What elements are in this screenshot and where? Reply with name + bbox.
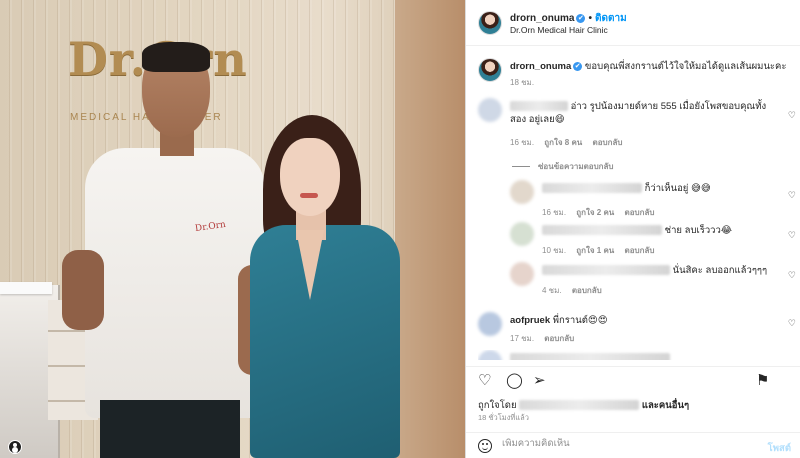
replier-avatar[interactable]	[510, 262, 534, 286]
action-bar: ♡ ◯ ➢ ⚑	[466, 366, 800, 392]
author-username[interactable]: drorn_onuma	[510, 13, 574, 24]
reply-text: นั่นสิคะ ลบออกแล้วๆๆๆ	[672, 265, 768, 276]
reply-button[interactable]: ตอบกลับ	[625, 246, 655, 255]
liked-by-line: ถูกใจโดย และคนอื่นๆ	[478, 398, 689, 413]
reply-button[interactable]: ตอบกลับ	[544, 334, 574, 343]
reply-meta: 16 ชม. ถูกใจ 2 คน ตอบกลับ	[542, 206, 662, 219]
comment-meta: 16 ชม. ถูกใจ 8 คน ตอบกลับ	[510, 136, 630, 149]
verified-badge-icon: ✔	[573, 61, 583, 71]
reply-likes[interactable]: ถูกใจ 2 คน	[576, 208, 614, 217]
commenter-avatar[interactable]	[478, 98, 502, 122]
blurred-username	[542, 225, 662, 236]
liked-by-others[interactable]: และคนอื่นๆ	[642, 400, 689, 411]
reply-like-icon[interactable]: ♡	[788, 270, 796, 281]
wood-wall	[395, 0, 465, 458]
reply-text: ก็ว่าเห็นอยู่ 😅😅	[644, 183, 711, 194]
comment-like-icon[interactable]: ♡	[788, 318, 796, 329]
emoji-icon[interactable]	[478, 439, 492, 453]
post-side-panel: drorn_onuma ✔ • ติดตาม Dr.Orn Medical Hair …	[465, 0, 800, 458]
post-header: drorn_onuma ✔ • ติดตาม Dr.Orn Medical Hair …	[466, 0, 800, 46]
comment-text-line: aofpruek พี่กรานต์😍😍	[510, 314, 608, 327]
counter-top	[0, 282, 52, 294]
hide-replies-button[interactable]: ซ่อนข้อความตอบกลับ	[512, 160, 614, 173]
reply-time: 16 ชม.	[542, 208, 567, 217]
suit-lapel	[296, 230, 324, 300]
commenter-username[interactable]: aofpruek	[510, 315, 550, 326]
comment-like-icon[interactable]: ♡	[788, 110, 796, 121]
replier-avatar[interactable]	[510, 180, 534, 204]
author-avatar[interactable]	[478, 11, 502, 35]
add-comment-input[interactable]	[502, 438, 752, 449]
separator: •	[588, 13, 592, 24]
reply-text-line: ก็ว่าเห็นอยู่ 😅😅	[542, 182, 711, 195]
reply-item: ก็ว่าเห็นอยู่ 😅😅 16 ชม. ถูกใจ 2 คน ตอบกล…	[510, 180, 798, 219]
reply-meta: 4 ชม. ตอบกลับ	[542, 284, 610, 297]
blurred-liker	[519, 400, 640, 411]
comment-item: aofpruek พี่กรานต์😍😍 17 ชม. ตอบกลับ ♡	[478, 312, 798, 346]
reply-button[interactable]: ตอบกลับ	[593, 138, 623, 147]
caption-time: 18 ชม.	[510, 78, 535, 87]
woman-suit	[250, 225, 400, 458]
comment-meta: 17 ชม. ตอบกลับ	[510, 332, 582, 345]
verified-badge-icon: ✔	[576, 13, 586, 23]
comment-text-line	[510, 352, 670, 360]
woman-face	[280, 138, 340, 216]
man-pants	[100, 400, 240, 458]
man-arm-left	[62, 250, 104, 330]
blurred-username	[510, 101, 568, 112]
commenter-avatar[interactable]	[478, 312, 502, 336]
reply-like-icon[interactable]: ♡	[788, 190, 796, 201]
author-subtitle[interactable]: Dr.Orn Medical Hair Clinic	[510, 25, 608, 35]
post-photo[interactable]: Dr.Orn MEDICAL HAIR CENTER Dr.Orn	[0, 0, 465, 458]
post-comment-button[interactable]: โพสต์	[768, 441, 791, 456]
reply-text-line: ช่าย ลบเร็ววว😂	[542, 224, 732, 237]
blurred-username	[542, 183, 642, 194]
reply-button[interactable]: ตอบกลับ	[625, 208, 655, 217]
save-icon[interactable]: ⚑	[756, 373, 769, 388]
comment-item-partial	[478, 350, 798, 360]
comment-likes[interactable]: ถูกใจ 8 คน	[544, 138, 582, 147]
hide-replies-label: ซ่อนข้อความตอบกลับ	[538, 162, 614, 171]
caption-text-line: drorn_onuma ✔ ขอบคุณพี่สงกรานต์ไว้ใจให้มอ…	[510, 60, 800, 73]
reply-text: ช่าย ลบเร็ววว😂	[664, 225, 732, 236]
caption-avatar[interactable]	[478, 58, 502, 82]
comment-text-line: อ่าว รูปน้องมายด์หาย 555 เมื่อยังโพสขอบค…	[510, 100, 780, 126]
reply-button[interactable]: ตอบกลับ	[572, 286, 602, 295]
post-time: 18 ชั่วโมงที่แล้ว	[478, 413, 529, 422]
share-icon[interactable]: ➢	[533, 373, 546, 388]
author-line: drorn_onuma ✔ • ติดตาม	[510, 11, 627, 26]
comment-item: อ่าว รูปน้องมายด์หาย 555 เมื่อยังโพสขอบค…	[478, 98, 798, 150]
like-icon[interactable]: ♡	[478, 373, 491, 388]
comment-icon[interactable]: ◯	[506, 373, 523, 388]
tagged-user-icon[interactable]	[8, 440, 22, 454]
reply-meta: 10 ชม. ถูกใจ 1 คน ตอบกลับ	[542, 244, 662, 257]
reply-time: 10 ชม.	[542, 246, 567, 255]
comment-text: พี่กรานต์😍😍	[552, 315, 608, 326]
blurred-comment	[510, 353, 670, 360]
liked-by-prefix: ถูกใจโดย	[478, 400, 517, 411]
comment-time: 16 ชม.	[510, 138, 535, 147]
man-hair	[142, 42, 210, 72]
caption-text: ขอบคุณพี่สงกรานต์ไว้ใจให้มอได้ดูแลเส้นผม…	[584, 61, 787, 72]
woman-lips	[300, 193, 318, 198]
reply-item: ช่าย ลบเร็ววว😂 10 ชม. ถูกใจ 1 คน ตอบกลับ…	[510, 222, 798, 258]
follow-button[interactable]: ติดตาม	[595, 13, 627, 24]
caption-username[interactable]: drorn_onuma	[510, 61, 571, 72]
divider-line	[512, 166, 530, 168]
add-comment-bar: โพสต์	[466, 432, 800, 458]
commenter-avatar[interactable]	[478, 350, 502, 360]
reply-likes[interactable]: ถูกใจ 1 คน	[576, 246, 614, 255]
blurred-username	[542, 265, 670, 276]
comment-time: 17 ชม.	[510, 334, 535, 343]
replier-avatar[interactable]	[510, 222, 534, 246]
reply-item: นั่นสิคะ ลบออกแล้วๆๆๆ 4 ชม. ตอบกลับ ♡	[510, 262, 798, 298]
reply-like-icon[interactable]: ♡	[788, 230, 796, 241]
reply-text-line: นั่นสิคะ ลบออกแล้วๆๆๆ	[542, 264, 767, 277]
reply-time: 4 ชม.	[542, 286, 562, 295]
